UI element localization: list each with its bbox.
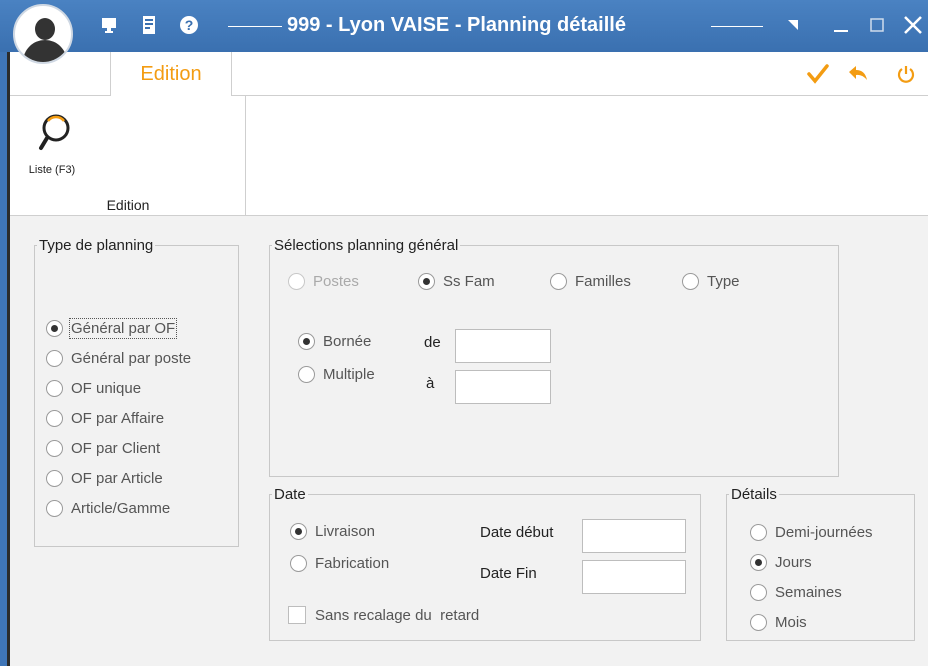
radio-ss-fam[interactable]: Ss Fam bbox=[418, 273, 495, 290]
radio-demi-journees[interactable]: Demi-journées bbox=[750, 524, 873, 541]
power-icon[interactable] bbox=[894, 62, 918, 86]
help-icon[interactable]: ? bbox=[178, 14, 200, 36]
window-title: 999 - Lyon VAISE - Planning détaillé bbox=[287, 14, 626, 36]
ribbon-group-edition: Liste (F3) Edition bbox=[10, 96, 246, 216]
minimize-button[interactable] bbox=[826, 10, 856, 40]
date-fin-label: Date Fin bbox=[480, 565, 537, 582]
details-legend: Détails bbox=[729, 486, 779, 503]
radio-livraison[interactable]: Livraison bbox=[290, 523, 375, 540]
sans-recalage-checkbox[interactable]: Sans recalage du retard bbox=[288, 606, 479, 624]
ribbon-body: Liste (F3) Edition bbox=[10, 96, 928, 216]
date-legend: Date bbox=[272, 486, 308, 503]
radio-article-gamme[interactable]: Article/Gamme bbox=[46, 500, 170, 517]
main-panel: Type de planning Général par OF Général … bbox=[10, 216, 928, 666]
selections-legend: Sélections planning général bbox=[272, 237, 461, 254]
svg-text:?: ? bbox=[185, 17, 194, 33]
to-input[interactable] bbox=[455, 370, 551, 404]
title-bar: ? 999 - Lyon VAISE - Planning détaillé bbox=[0, 0, 928, 52]
radio-general-par-poste[interactable]: Général par poste bbox=[46, 350, 191, 367]
undo-icon[interactable] bbox=[846, 62, 870, 86]
radio-of-par-article[interactable]: OF par Article bbox=[46, 470, 163, 487]
tab-edition[interactable]: Edition bbox=[110, 52, 232, 97]
radio-multiple[interactable]: Multiple bbox=[298, 366, 375, 383]
radio-type[interactable]: Type bbox=[682, 273, 740, 290]
liste-button[interactable]: Liste (F3) bbox=[22, 112, 92, 182]
search-icon bbox=[36, 112, 72, 164]
monitor-icon[interactable] bbox=[98, 14, 120, 36]
date-debut-label: Date début bbox=[480, 524, 554, 541]
ribbon-group-label: Edition bbox=[106, 197, 150, 213]
radio-of-par-client[interactable]: OF par Client bbox=[46, 440, 160, 457]
radio-of-unique[interactable]: OF unique bbox=[46, 380, 141, 397]
document-icon[interactable] bbox=[138, 14, 160, 36]
close-button[interactable] bbox=[898, 10, 928, 40]
radio-jours[interactable]: Jours bbox=[750, 554, 812, 571]
date-fin-input[interactable] bbox=[582, 560, 686, 594]
date-debut-input[interactable] bbox=[582, 519, 686, 553]
from-label: de bbox=[424, 334, 441, 351]
liste-label: Liste (F3) bbox=[28, 164, 76, 176]
ribbon-tab-bar: Edition bbox=[10, 52, 928, 97]
maximize-button[interactable] bbox=[862, 10, 892, 40]
radio-fabrication[interactable]: Fabrication bbox=[290, 555, 389, 572]
radio-general-par-of[interactable]: Général par OF bbox=[46, 318, 178, 339]
window-frame-left bbox=[0, 0, 10, 666]
from-input[interactable] bbox=[455, 329, 551, 363]
radio-bornee[interactable]: Bornée bbox=[298, 333, 371, 350]
radio-familles[interactable]: Familles bbox=[550, 273, 631, 290]
type-planning-legend: Type de planning bbox=[37, 237, 156, 254]
to-label: à bbox=[426, 375, 435, 392]
radio-of-par-affaire[interactable]: OF par Affaire bbox=[46, 410, 164, 427]
checkmark-icon[interactable] bbox=[806, 62, 830, 86]
user-avatar[interactable] bbox=[13, 4, 73, 64]
radio-mois[interactable]: Mois bbox=[750, 614, 807, 631]
radio-semaines[interactable]: Semaines bbox=[750, 584, 842, 601]
restore-icon[interactable] bbox=[778, 10, 808, 40]
radio-postes[interactable]: Postes bbox=[288, 273, 359, 290]
